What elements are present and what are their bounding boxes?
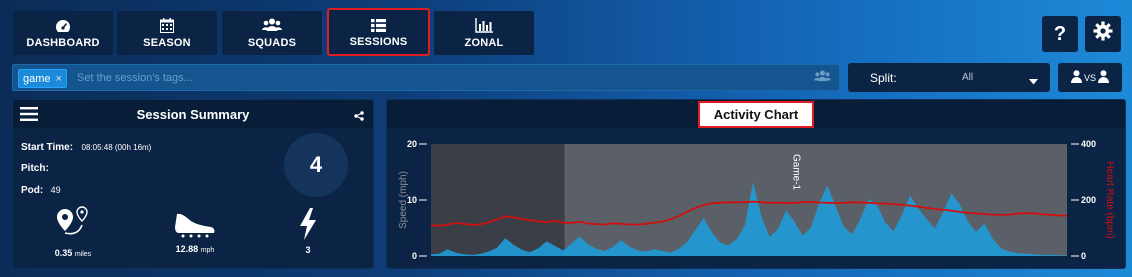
tags-placeholder[interactable]: Set the session's tags... [77,72,193,84]
hamburger-menu-icon[interactable] [20,107,38,124]
heart-rate-axis-tick-label: 400 [1081,139,1096,149]
tag-label: game [23,72,51,85]
bar-chart-icon [475,17,493,33]
tab-sessions[interactable]: SESSIONS [327,8,430,56]
top-speed-value: 12.88 [175,244,199,254]
sprints-stat: 3 [293,208,323,255]
boot-icon [173,213,217,242]
tab-squads[interactable]: SQUADS [222,11,322,55]
settings-button[interactable] [1085,16,1121,52]
users-group-icon [262,17,282,33]
activity-chart[interactable]: 010200200400Speed (mph) Heart Rate (bpm)G… [387,128,1125,268]
session-summary-panel: Session Summary Start Time: 08:05:48 (00… [12,99,374,269]
lightning-bolt-icon [298,208,318,244]
vs-label: VS [1083,72,1096,83]
session-summary-title: Session Summary [136,106,250,122]
tag-chip[interactable]: game × [18,69,67,88]
tab-season[interactable]: SEASON [117,11,217,55]
split-dropdown[interactable]: Split: All [848,63,1050,92]
split-label: Split: [870,71,897,85]
activity-chart-title: Activity Chart [697,100,815,128]
pod-label: Pod: [21,185,44,196]
users-group-icon[interactable] [814,70,831,88]
pod-row: Pod: 49 [21,180,61,198]
pitch-label: Pitch: [21,163,49,174]
tab-label: SEASON [143,37,191,49]
heart-rate-axis-label: Heart Rate (bpm) [1104,161,1115,238]
tab-dashboard[interactable]: DASHBOARD [13,11,113,55]
distance-unit: miles [74,251,92,258]
distance-value: 0.35 [54,248,73,258]
calendar-icon [160,17,174,33]
speed-axis-tick-label: 20 [407,139,417,149]
caret-down-icon [1029,74,1038,88]
tab-label: DASHBOARD [26,37,100,49]
heart-rate-axis-tick-label: 0 [1081,251,1086,261]
start-time-label: Start Time: [21,142,74,153]
start-time-row: Start Time: 08:05:48 (00h 16m) [21,137,151,155]
session-tags-input[interactable]: game × Set the session's tags... [12,64,840,91]
distance-stat: 0.35 miles [48,205,98,258]
start-time-value: 08:05:48 (00h 16m) [81,143,152,152]
share-icon[interactable] [354,109,364,124]
tab-zonal[interactable]: ZONAL [434,11,534,55]
sprints-value: 3 [305,245,311,255]
dashboard-gauge-icon [55,17,71,33]
speed-axis-tick-label: 0 [412,251,417,261]
activity-chart-panel: Activity Chart 0 10 20 0 200 400 Speed (mph) He… [386,99,1126,269]
route-icon [54,206,92,245]
tag-remove-button[interactable]: × [56,73,62,85]
pod-value: 49 [50,185,61,195]
top-speed-stat: 12.88 mph [165,208,225,254]
list-icon [371,16,386,32]
help-button[interactable]: ? [1042,16,1078,52]
heart-rate-axis-tick-label: 200 [1081,195,1096,205]
tab-label: ZONAL [464,37,504,49]
split-value: All [962,72,974,83]
user-icon [1070,70,1082,85]
tab-label: SQUADS [247,37,297,49]
top-speed-unit: mph [200,247,215,254]
session-count-value: 4 [309,152,323,177]
speed-axis-label: Speed (mph) [398,171,409,229]
compare-players-button[interactable]: VS [1058,63,1122,92]
gear-icon [1093,21,1113,47]
activity-chart-header: Activity Chart [387,100,1125,128]
game-annotation-label: Game-1 [791,154,802,191]
help-label: ? [1053,22,1067,45]
session-summary-header: Session Summary [13,100,373,128]
pitch-row: Pitch: [21,158,49,176]
user-icon [1098,70,1109,85]
tab-label: SESSIONS [349,36,408,48]
session-count-badge: 4 [284,133,348,197]
